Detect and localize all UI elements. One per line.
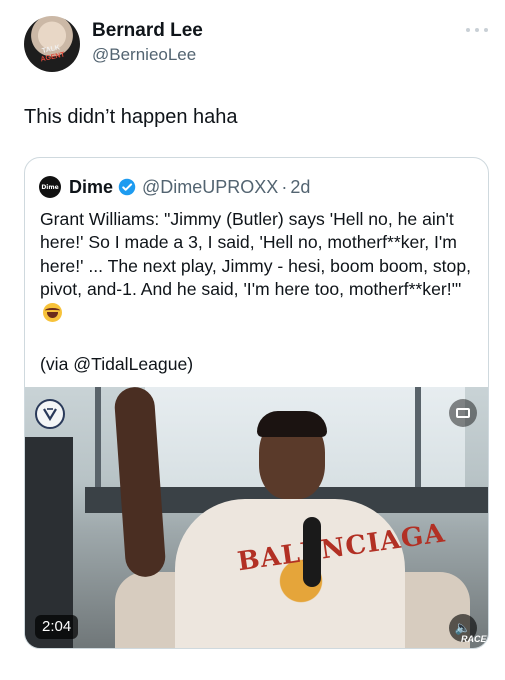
- video-watermark: RACE: [461, 634, 487, 644]
- header-separator: ·: [281, 176, 288, 197]
- author-display-name[interactable]: Bernard Lee: [92, 20, 203, 42]
- channel-logo-mark-icon: [43, 408, 57, 422]
- laughing-emoji-icon: [43, 302, 62, 322]
- quoted-tweet-card[interactable]: Dime Dime @DimeUPROXX · 2d Grant William…: [24, 157, 489, 649]
- quoted-tweet-via: (via @TidalLeague): [40, 354, 194, 374]
- more-options-icon[interactable]: [466, 26, 488, 34]
- tweet: TALK AGENT Bernard Lee @BernieoLee This …: [0, 0, 505, 680]
- quoted-tweet-header: Dime Dime @DimeUPROXX · 2d: [39, 176, 310, 198]
- person-hair: [257, 411, 327, 437]
- quoted-author-name[interactable]: Dime: [69, 177, 113, 198]
- microphone: [303, 517, 321, 587]
- tweet-text: This didn’t happen haha: [24, 106, 238, 128]
- quoted-tweet-body: Grant Williams: "Jimmy (Butler) says 'He…: [40, 208, 480, 325]
- video-player[interactable]: BALENCIAGA 2:04 🔈 RACE: [25, 387, 488, 648]
- video-duration: 2:04: [35, 615, 79, 639]
- quoted-tweet-text: Grant Williams: "Jimmy (Butler) says 'He…: [40, 209, 472, 300]
- verified-badge-icon: [118, 178, 136, 196]
- author-avatar[interactable]: TALK AGENT: [24, 16, 80, 72]
- window-frame: [415, 387, 421, 497]
- channel-logo-icon: [35, 399, 65, 429]
- avatar-shirt-text: TALK AGENT: [40, 44, 66, 64]
- author-handle[interactable]: @BernieoLee: [92, 45, 196, 65]
- dime-logo-icon[interactable]: Dime: [39, 176, 61, 198]
- quoted-author-handle[interactable]: @DimeUPROXX: [142, 177, 278, 198]
- subtitles-icon[interactable]: [449, 399, 477, 427]
- window-frame: [95, 387, 101, 497]
- quoted-tweet-timestamp[interactable]: 2d: [290, 177, 310, 198]
